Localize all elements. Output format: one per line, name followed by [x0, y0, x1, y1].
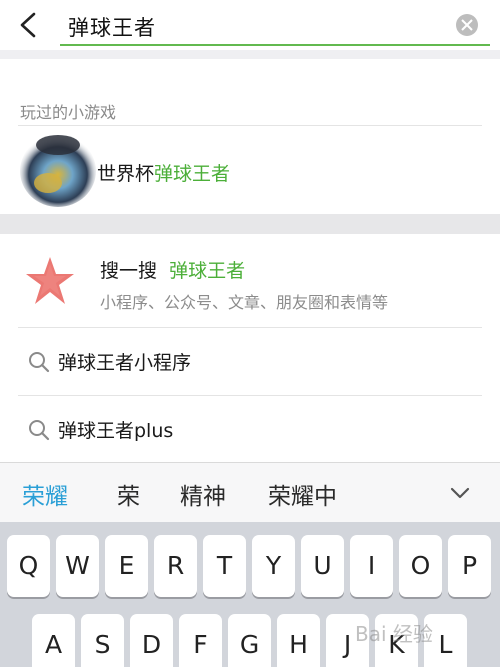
key-g[interactable]: G	[228, 614, 271, 667]
key-e[interactable]: E	[105, 535, 148, 597]
ime-candidate[interactable]: 荣耀中	[268, 477, 337, 511]
search-icon	[29, 420, 50, 441]
suggestion-item[interactable]: 弹球王者小程序	[0, 329, 500, 395]
divider	[18, 395, 482, 396]
game-title[interactable]: 世界杯弹球王者	[97, 159, 230, 186]
game-title-prefix: 世界杯	[97, 163, 155, 185]
ime-candidate[interactable]: 荣	[117, 477, 140, 511]
sousou-label: 搜一搜	[100, 260, 158, 282]
section-gap	[0, 50, 500, 59]
suggestion-text: 弹球王者plus	[58, 420, 174, 442]
key-t[interactable]: T	[203, 535, 246, 597]
key-p[interactable]: P	[448, 535, 491, 597]
key-r[interactable]: R	[154, 535, 197, 597]
key-d[interactable]: D	[130, 614, 173, 667]
game-icon[interactable]	[18, 131, 96, 209]
key-o[interactable]: O	[399, 535, 442, 597]
section-title: 玩过的小游戏	[20, 103, 117, 122]
key-w[interactable]: W	[56, 535, 99, 597]
expand-candidates-button[interactable]	[448, 481, 472, 505]
played-mini-games-section: 玩过的小游戏 世界杯弹球王者	[0, 59, 500, 214]
search-bar: 弹球王者	[0, 0, 500, 50]
key-i[interactable]: I	[350, 535, 393, 597]
sousou-subtitle: 小程序、公众号、文章、朋友圈和表情等	[100, 293, 389, 312]
game-title-highlight: 弹球王者	[154, 163, 231, 185]
key-q[interactable]: Q	[7, 535, 50, 597]
sousou-result[interactable]: 搜一搜 弹球王者 小程序、公众号、文章、朋友圈和表情等	[0, 234, 500, 328]
chevron-left-icon	[20, 12, 36, 38]
back-button[interactable]	[14, 10, 42, 40]
ime-candidate-bar: 荣耀 荣 精神 荣耀中	[0, 462, 500, 522]
clear-button[interactable]	[456, 14, 478, 36]
divider	[18, 327, 482, 328]
key-s[interactable]: S	[81, 614, 124, 667]
ime-candidate[interactable]: 荣耀	[22, 477, 68, 511]
close-icon	[461, 19, 473, 31]
key-a[interactable]: A	[32, 614, 75, 667]
sousou-star-icon	[22, 254, 78, 310]
section-gap	[0, 214, 500, 234]
search-icon	[29, 352, 50, 373]
divider	[18, 125, 482, 126]
key-f[interactable]: F	[179, 614, 222, 667]
suggestion-item[interactable]: 弹球王者plus	[0, 397, 500, 463]
key-y[interactable]: Y	[252, 535, 295, 597]
ime-candidate[interactable]: 精神	[180, 477, 226, 511]
search-query: 弹球王者	[68, 16, 156, 40]
search-input[interactable]: 弹球王者	[60, 8, 490, 46]
key-u[interactable]: U	[301, 535, 344, 597]
suggestion-text: 弹球王者小程序	[58, 352, 192, 374]
sousou-title: 搜一搜 弹球王者	[100, 256, 245, 283]
chevron-down-icon	[450, 487, 470, 499]
key-h[interactable]: H	[277, 614, 320, 667]
sousou-highlight: 弹球王者	[169, 260, 246, 282]
watermark: Bai 经验	[355, 622, 433, 646]
